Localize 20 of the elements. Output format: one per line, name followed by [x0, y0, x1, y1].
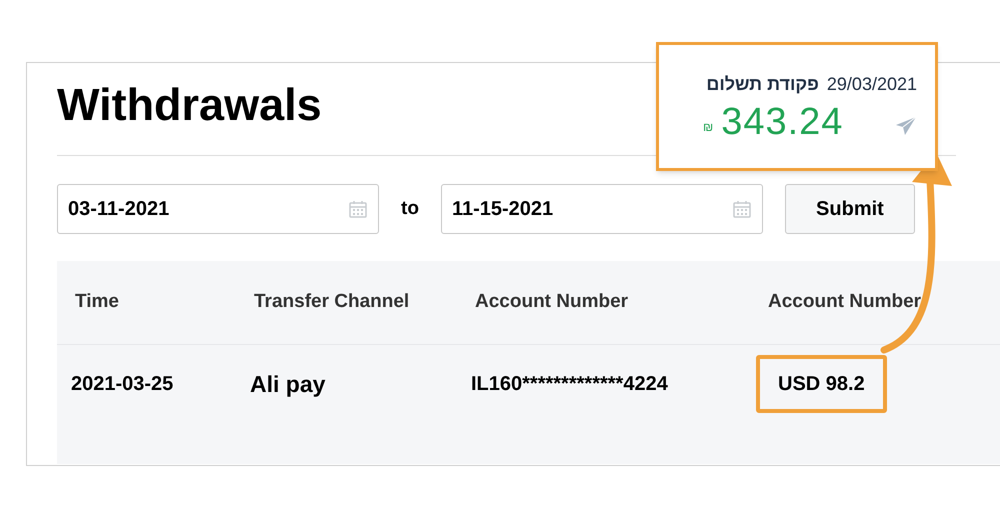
page-title: Withdrawals [57, 78, 322, 132]
table-cell: IL160*************4224 [471, 373, 668, 395]
submit-button[interactable]: Submit [784, 184, 915, 234]
date-field[interactable]: 03-11-2021 [57, 184, 379, 234]
range-separator: to [401, 196, 419, 221]
payment-date: 29/03/2021 [826, 73, 917, 96]
column-header: Time [75, 291, 120, 312]
column-header: Account Number [475, 291, 628, 312]
column-header: Account Number [768, 291, 922, 312]
column-header: Transfer Channel [254, 291, 410, 312]
table-cell: 2021-03-25 [71, 373, 174, 395]
calendar-icon[interactable] [732, 199, 752, 219]
payment-amount: 343.24 [721, 100, 844, 144]
currency-symbol: ₪ [703, 119, 714, 136]
date-field[interactable]: 11-15-2021 [440, 184, 763, 234]
highlighted-cell: USD 98.2 [756, 355, 887, 413]
payment-title: פקודת תשלום [706, 73, 819, 96]
calendar-icon[interactable] [348, 199, 368, 219]
table-cell: Ali pay [250, 370, 326, 397]
send-icon[interactable] [895, 116, 917, 136]
